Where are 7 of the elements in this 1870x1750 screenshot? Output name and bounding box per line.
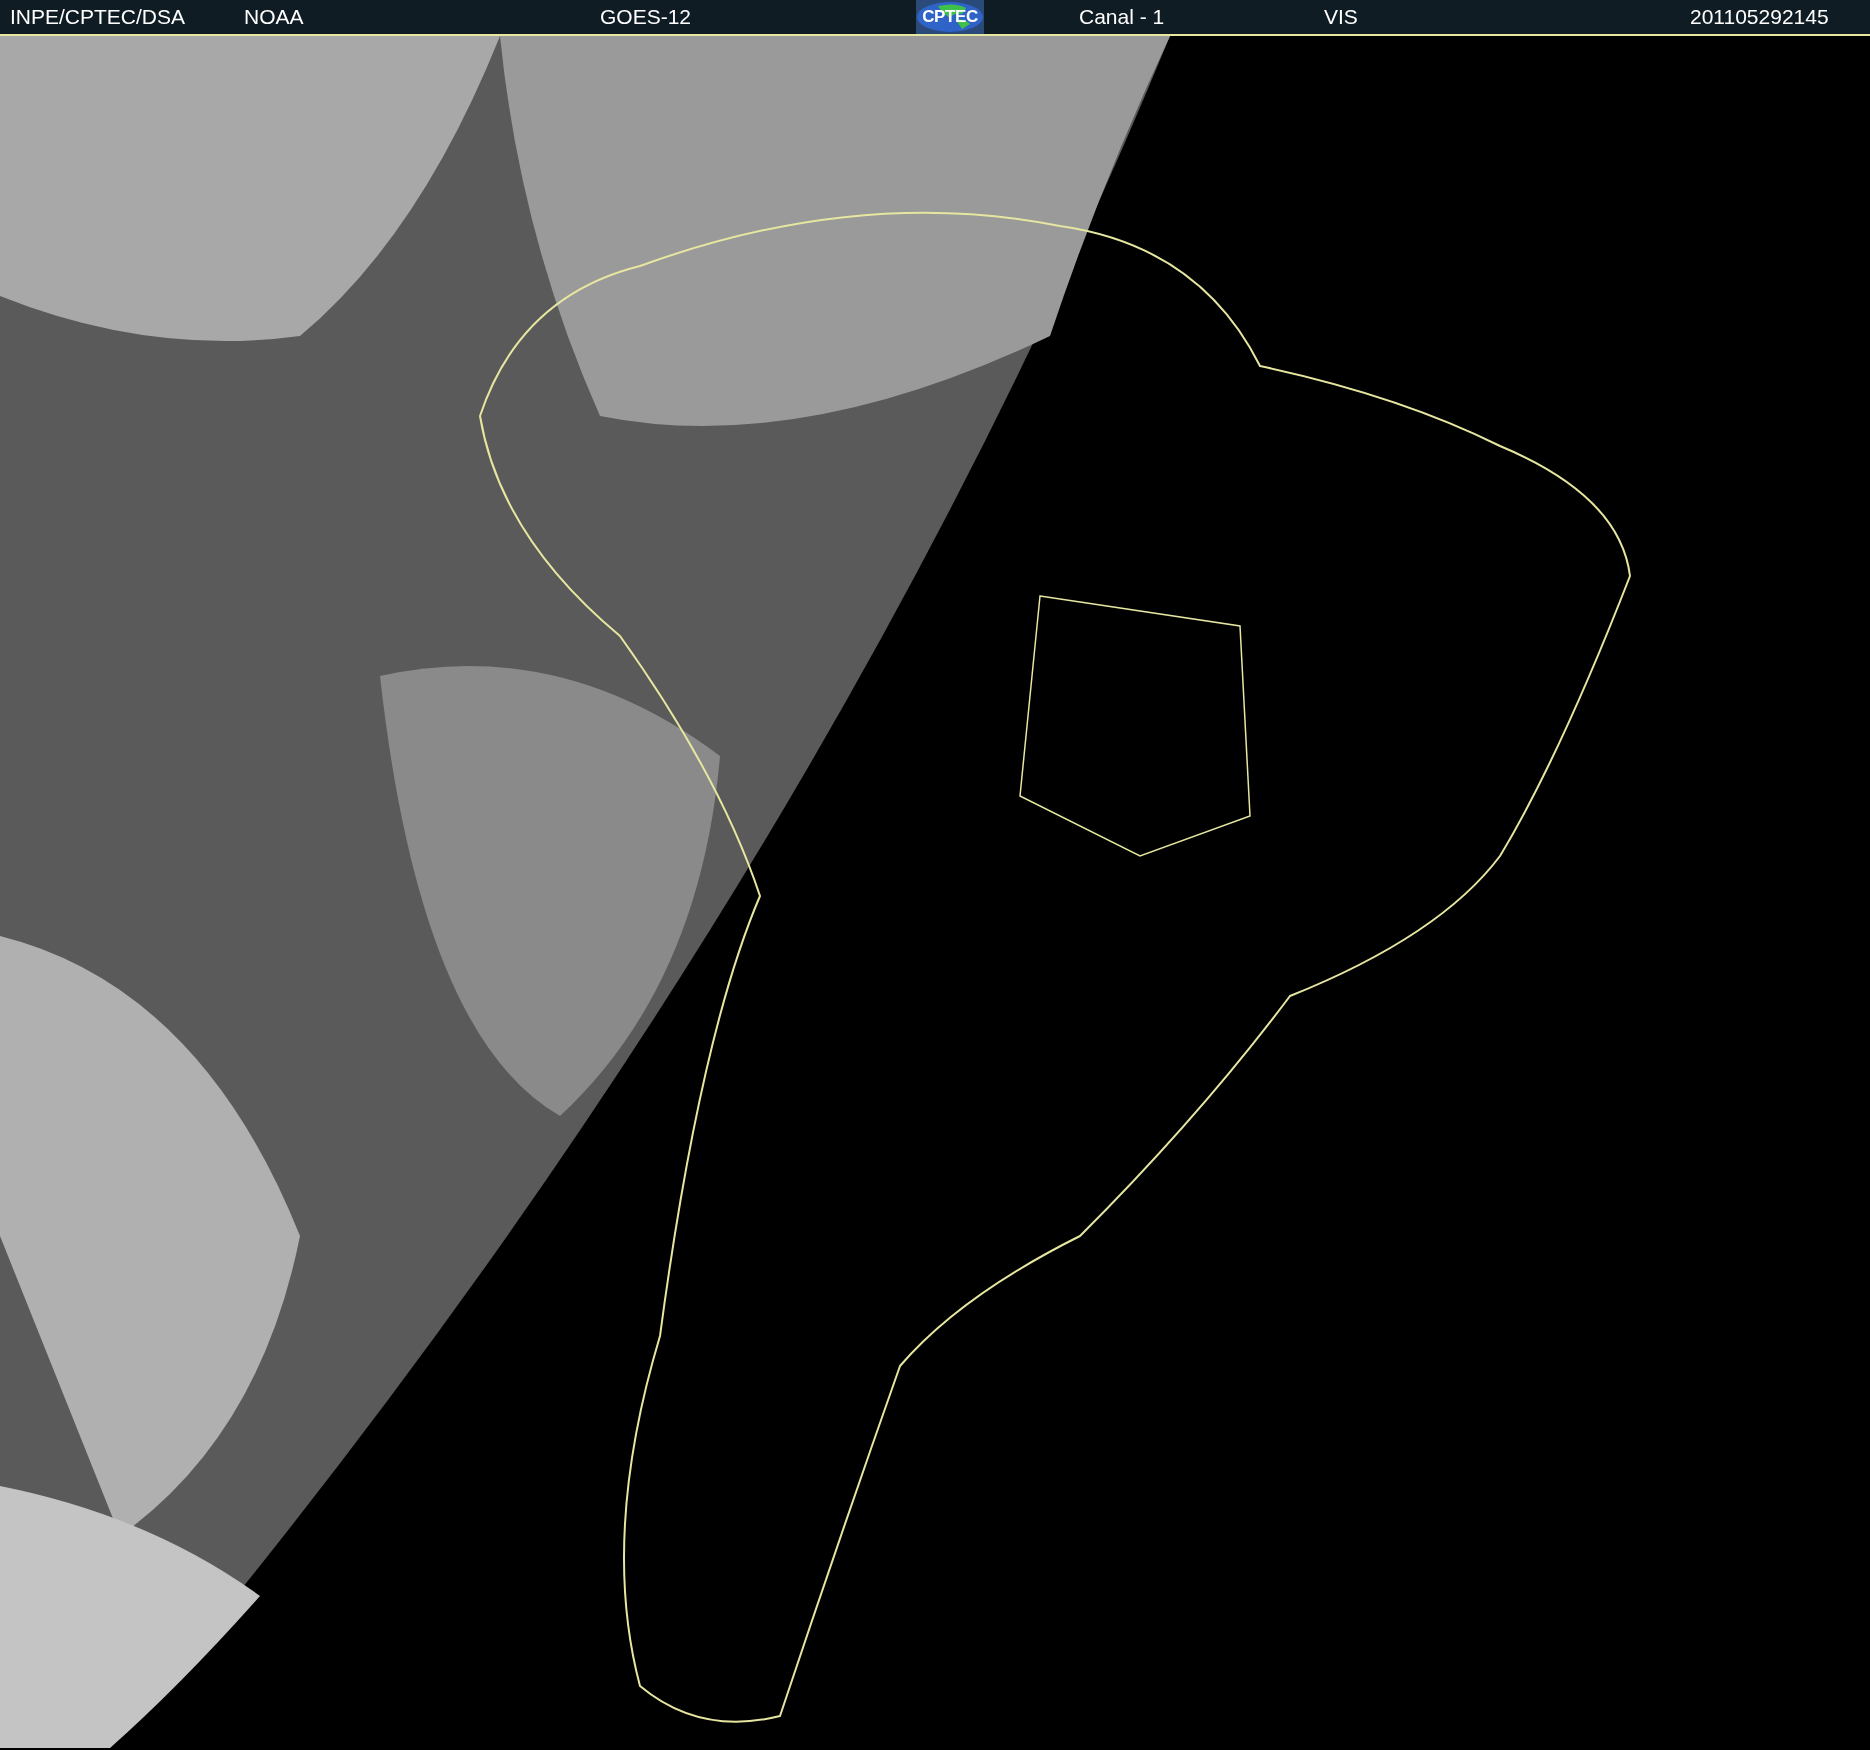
logo: CPTEC <box>916 0 984 34</box>
header-label: INPE/CPTEC/DSA <box>10 4 186 31</box>
header-label: VIS <box>1324 4 1358 31</box>
header-label: 201105292145 <box>1690 4 1829 31</box>
header-label: Canal - 1 <box>1079 4 1165 31</box>
header-label: GOES-12 <box>600 4 692 31</box>
header-label: NOAA <box>244 4 304 31</box>
